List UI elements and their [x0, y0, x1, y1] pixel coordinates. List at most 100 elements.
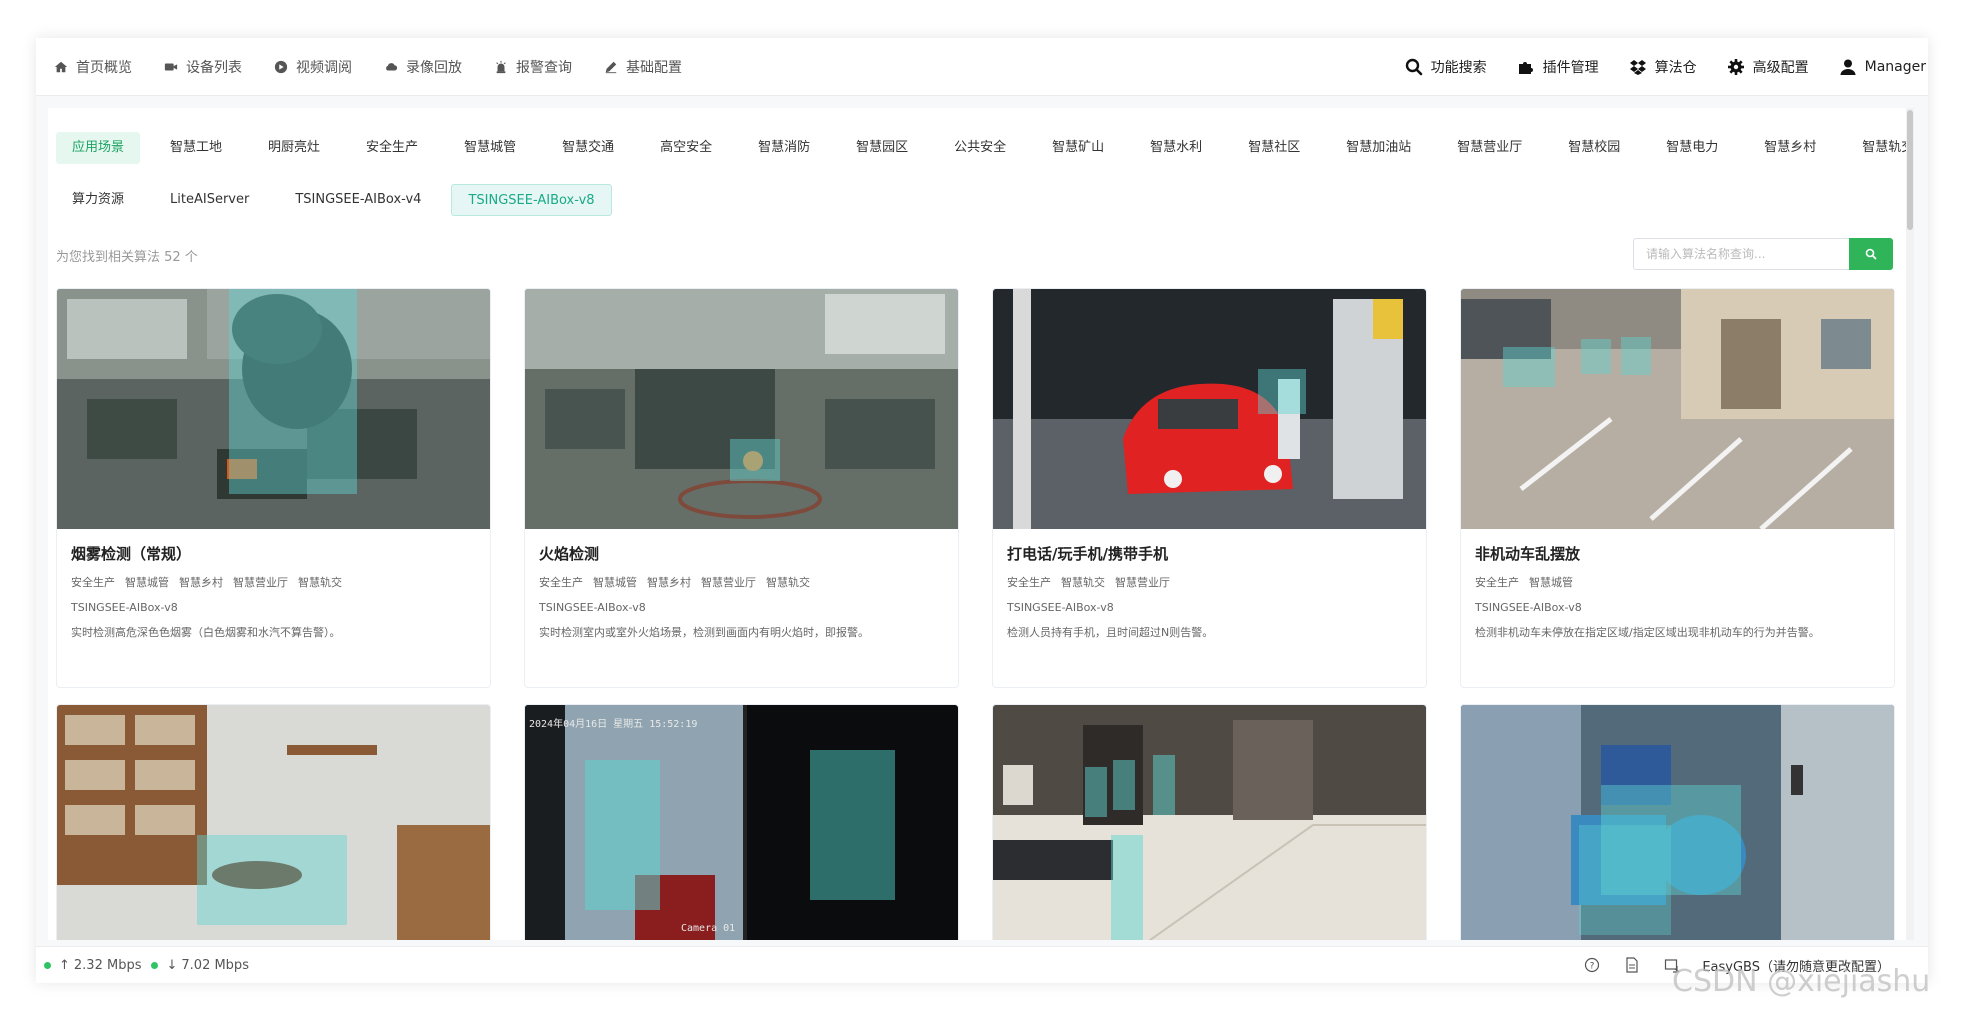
vertical-scrollbar[interactable] [1906, 108, 1914, 940]
scene-tag[interactable]: 智慧水利 [1134, 132, 1218, 164]
search-icon [1405, 58, 1422, 75]
card-description: 实时检测高危深色色烟雾（白色烟雾和水汽不算告警）。 [71, 626, 341, 639]
scene-tag[interactable]: 智慧电力 [1650, 132, 1734, 164]
algorithm-card[interactable]: 2024年04月16日 星期五 15:52:19 Camera 01 [524, 704, 959, 940]
card-thumbnail [525, 289, 958, 529]
scene-tag[interactable]: 智慧园区 [840, 132, 924, 164]
nav-video[interactable]: 视频调阅 [274, 57, 352, 77]
compute-tag[interactable]: TSINGSEE-AIBox-v8 [451, 184, 612, 216]
nav-alarm[interactable]: 报警查询 [494, 57, 572, 77]
scene-tag[interactable]: 智慧轨交 [1846, 132, 1914, 164]
card-model: TSINGSEE-AIBox-v8 [1007, 601, 1114, 614]
algorithm-card[interactable] [992, 704, 1427, 940]
download-rate: ↓ 7.02 Mbps [151, 958, 249, 973]
card-title: 烟雾检测（常规） [71, 545, 192, 563]
algorithm-card[interactable]: 打电话/玩手机/携带手机 安全生产 智慧轨交 智慧营业厅 TSINGSEE-AI… [992, 288, 1427, 688]
card-title: 打电话/玩手机/携带手机 [1007, 545, 1168, 563]
scene-tag[interactable]: 应用场景 [56, 132, 141, 164]
algorithm-card[interactable]: 火焰检测 安全生产 智慧城管 智慧乡村 智慧营业厅 智慧轨交 TSINGSEE-… [524, 288, 959, 688]
nav-advanced-config-label: 高级配置 [1752, 59, 1809, 76]
scene-tag[interactable]: 智慧乡村 [1748, 132, 1832, 164]
arrow-up-icon: ↑ [59, 957, 70, 973]
nav-home-label: 首页概览 [76, 59, 132, 76]
scene-tag[interactable]: 智慧交通 [546, 132, 630, 164]
scene-filter-row: 应用场景 智慧工地 明厨亮灶 安全生产 智慧城管 智慧交通 高空安全 智慧消防 … [56, 132, 1914, 164]
scene-tag[interactable]: 智慧社区 [1232, 132, 1316, 164]
scene-tag[interactable]: 明厨亮灶 [252, 132, 336, 164]
algorithm-card[interactable] [56, 704, 491, 940]
screenshot-icon[interactable] [1664, 957, 1680, 973]
card-title: 非机动车乱摆放 [1475, 545, 1581, 563]
algorithm-card[interactable] [1460, 704, 1895, 940]
upload-rate: ↑ 2.32 Mbps [44, 958, 141, 973]
card-tag: 智慧乡村 [179, 576, 223, 589]
nav-user-label: Manager [1864, 58, 1926, 75]
scrollbar-thumb[interactable] [1907, 110, 1913, 230]
nav-config[interactable]: 基础配置 [604, 57, 682, 77]
nav-alarm-label: 报警查询 [516, 59, 572, 76]
app-window: 首页概览 设备列表 视频调阅 录像回放 报警查询 基础配置 功能搜索 插件管理 … [36, 38, 1928, 983]
algorithm-store-page: 应用场景 智慧工地 明厨亮灶 安全生产 智慧城管 智慧交通 高空安全 智慧消防 … [48, 108, 1914, 940]
scene-tag[interactable]: 高空安全 [644, 132, 728, 164]
status-bar-right: ? EasyGBS（请勿随意更改配置） [1560, 956, 1928, 975]
nav-playback[interactable]: 录像回放 [384, 57, 462, 77]
card-tag: 智慧城管 [593, 576, 637, 589]
scene-tag[interactable]: 智慧营业厅 [1441, 132, 1538, 164]
nav-user[interactable]: Manager [1839, 58, 1926, 76]
card-title: 火焰检测 [539, 545, 600, 563]
result-count: 为您找到相关算法 52 个 [56, 250, 198, 265]
card-thumbnail [57, 705, 490, 940]
scene-tag[interactable]: 智慧城管 [448, 132, 532, 164]
nav-playback-label: 录像回放 [406, 59, 462, 76]
document-icon[interactable] [1624, 957, 1640, 973]
scene-tag[interactable]: 智慧工地 [154, 132, 238, 164]
home-icon [54, 61, 68, 72]
card-description: 检测非机动车未停放在指定区域/指定区域出现非机动车的行为并告警。 [1475, 626, 1820, 639]
card-tags: 安全生产 智慧城管 智慧乡村 智慧营业厅 智慧轨交 [71, 574, 476, 590]
algorithm-card[interactable]: 烟雾检测（常规） 安全生产 智慧城管 智慧乡村 智慧营业厅 智慧轨交 TSING… [56, 288, 491, 688]
nav-advanced-config[interactable]: 高级配置 [1727, 57, 1809, 77]
nav-feature-search[interactable]: 功能搜索 [1405, 57, 1487, 77]
card-tag: 智慧营业厅 [701, 576, 756, 589]
edit-icon [605, 61, 617, 73]
card-thumbnail: 2024年04月16日 星期五 15:52:19 Camera 01 [525, 705, 958, 940]
compute-tag[interactable]: LiteAIServer [154, 184, 265, 216]
scene-tag[interactable]: 公共安全 [938, 132, 1022, 164]
nav-home[interactable]: 首页概览 [54, 57, 132, 77]
card-thumbnail [1461, 705, 1894, 940]
card-tag: 安全生产 [1475, 576, 1519, 589]
algorithm-card[interactable]: 非机动车乱摆放 安全生产 智慧城管 TSINGSEE-AIBox-v8 检测非机… [1460, 288, 1895, 688]
nav-algorithm-store[interactable]: 算法仓 [1629, 57, 1697, 77]
compute-tag[interactable]: TSINGSEE-AIBox-v4 [279, 184, 437, 216]
card-description: 检测人员持有手机，且时间超过N则告警。 [1007, 626, 1214, 639]
card-tag: 智慧营业厅 [233, 576, 288, 589]
compute-tag[interactable]: 算力资源 [56, 184, 140, 216]
scene-tag[interactable]: 智慧加油站 [1330, 132, 1427, 164]
card-description: 实时检测室内或室外火焰场景，检测到画面内有明火焰时，即报警。 [539, 626, 869, 639]
card-tag: 安全生产 [539, 576, 583, 589]
card-model: TSINGSEE-AIBox-v8 [1475, 601, 1582, 614]
search-input[interactable] [1633, 238, 1849, 270]
nav-feature-search-label: 功能搜索 [1430, 59, 1487, 76]
search-button[interactable] [1849, 238, 1893, 270]
help-icon[interactable]: ? [1584, 957, 1600, 973]
utility-menu: 功能搜索 插件管理 算法仓 高级配置 Manager [1375, 57, 1928, 77]
card-tag: 智慧乡村 [647, 576, 691, 589]
scene-tag[interactable]: 智慧消防 [742, 132, 826, 164]
scene-tag[interactable]: 智慧矿山 [1036, 132, 1120, 164]
scene-tag[interactable]: 智慧校园 [1552, 132, 1636, 164]
card-tag: 智慧轨交 [766, 576, 810, 589]
nav-devices-label: 设备列表 [186, 59, 242, 76]
card-thumbnail [57, 289, 490, 529]
card-tags: 安全生产 智慧轨交 智慧营业厅 [1007, 574, 1412, 590]
card-model: TSINGSEE-AIBox-v8 [71, 601, 178, 614]
scene-tag[interactable]: 安全生产 [350, 132, 434, 164]
camera-icon [164, 63, 178, 70]
card-tags: 安全生产 智慧城管 智慧乡村 智慧营业厅 智慧轨交 [539, 574, 944, 590]
algorithm-grid: 烟雾检测（常规） 安全生产 智慧城管 智慧乡村 智慧营业厅 智慧轨交 TSING… [56, 288, 1896, 940]
cloud-icon [386, 62, 398, 70]
card-tag: 智慧城管 [125, 576, 169, 589]
nav-devices[interactable]: 设备列表 [164, 57, 242, 77]
nav-plugins[interactable]: 插件管理 [1517, 57, 1599, 77]
card-tag: 安全生产 [1007, 576, 1051, 589]
